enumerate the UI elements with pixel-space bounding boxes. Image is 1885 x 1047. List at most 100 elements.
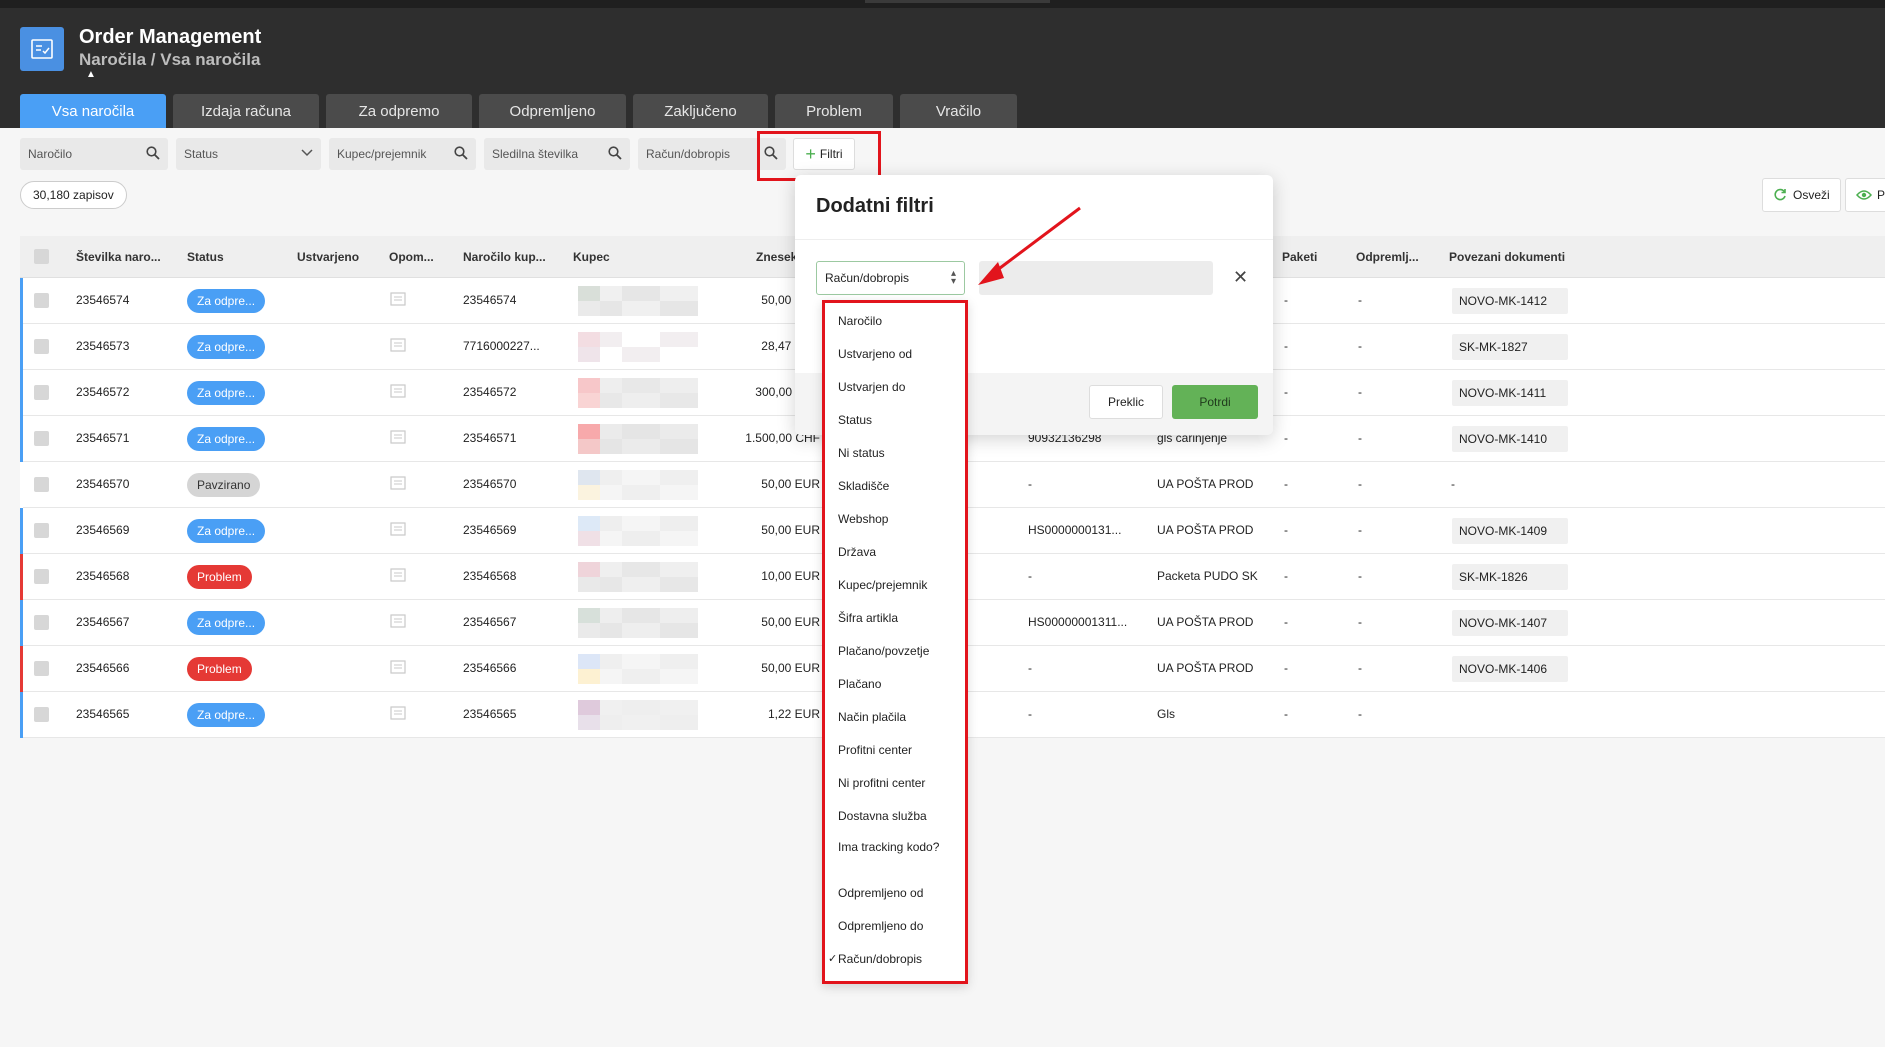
tracking-filter-input[interactable]: Sledilna številka [484, 138, 630, 170]
row-checkbox[interactable] [34, 385, 49, 400]
note-icon[interactable] [390, 614, 406, 628]
note-icon[interactable] [390, 522, 406, 536]
customer-order-ref: 23546574 [463, 293, 517, 307]
col-notes[interactable]: Opom... [389, 250, 434, 264]
tab-izdaja-racuna[interactable]: Izdaja računa [173, 94, 319, 128]
row-status-stripe [20, 554, 23, 600]
row-checkbox[interactable] [34, 569, 49, 584]
filter-option[interactable]: ✓ Račun/dobropis [828, 952, 958, 966]
linked-document[interactable]: NOVO-MK-1406 [1452, 656, 1568, 682]
linked-document[interactable]: NOVO-MK-1412 [1452, 288, 1568, 314]
note-icon[interactable] [390, 292, 406, 306]
select-all-checkbox[interactable] [34, 249, 49, 264]
filter-option[interactable]: Plačano [838, 677, 958, 691]
order-filter-input[interactable]: Naročilo [20, 138, 168, 170]
tracking-number: HS00000001311... [1028, 615, 1128, 629]
note-icon[interactable] [390, 430, 406, 444]
filter-option[interactable]: Ustvarjeno od [838, 347, 958, 361]
view-button[interactable]: Pr [1845, 178, 1885, 212]
search-icon[interactable] [454, 146, 468, 160]
col-customer[interactable]: Kupec [573, 250, 610, 264]
linked-document[interactable]: SK-MK-1826 [1452, 564, 1568, 590]
filter-option[interactable]: Plačano/povzetje [838, 644, 958, 658]
note-icon[interactable] [390, 384, 406, 398]
customer-filter-input[interactable]: Kupec/prejemnik [329, 138, 476, 170]
col-linked-docs[interactable]: Povezani dokumenti [1449, 250, 1565, 264]
row-status-stripe [20, 278, 23, 324]
tab-problem[interactable]: Problem [775, 94, 893, 128]
linked-document[interactable]: NOVO-MK-1410 [1452, 426, 1568, 452]
filter-option[interactable]: Šifra artikla [838, 611, 958, 625]
note-icon[interactable] [390, 706, 406, 720]
cancel-button[interactable]: Preklic [1089, 385, 1163, 419]
filter-option[interactable]: Webshop [838, 512, 958, 526]
filter-option[interactable]: Ni profitni center [838, 776, 958, 790]
col-order-number[interactable]: Številka naro... [76, 250, 161, 264]
linked-document[interactable]: NOVO-MK-1407 [1452, 610, 1568, 636]
dialog-divider [795, 239, 1273, 240]
col-created[interactable]: Ustvarjeno [297, 250, 359, 264]
refresh-button[interactable]: Osveži [1762, 178, 1841, 212]
order-number[interactable]: 23546565 [76, 707, 129, 721]
row-checkbox[interactable] [34, 339, 49, 354]
order-number[interactable]: 23546567 [76, 615, 129, 629]
search-icon[interactable] [146, 146, 160, 160]
linked-document[interactable]: SK-MK-1827 [1452, 334, 1568, 360]
col-shipped[interactable]: Odpremlj... [1356, 250, 1419, 264]
close-icon[interactable]: ✕ [1233, 267, 1248, 288]
filter-option[interactable]: Ustvarjen do [838, 380, 958, 394]
filter-option[interactable]: Status [838, 413, 958, 427]
tab-vsa-narocila[interactable]: Vsa naročila [20, 94, 166, 128]
order-number[interactable]: 23546574 [76, 293, 129, 307]
filter-option[interactable]: Odpremljeno do [838, 919, 958, 933]
order-number[interactable]: 23546569 [76, 523, 129, 537]
confirm-button[interactable]: Potrdi [1172, 385, 1258, 419]
filter-option-label: Odpremljeno od [838, 886, 924, 900]
filter-option-label: Skladišče [838, 479, 890, 493]
filter-option-label: Webshop [838, 512, 889, 526]
note-icon[interactable] [390, 660, 406, 674]
row-checkbox[interactable] [34, 523, 49, 538]
order-number[interactable]: 23546566 [76, 661, 129, 675]
tab-zakljuceno[interactable]: Zaključeno [633, 94, 768, 128]
order-number[interactable]: 23546568 [76, 569, 129, 583]
row-checkbox[interactable] [34, 661, 49, 676]
order-number[interactable]: 23546572 [76, 385, 129, 399]
col-status[interactable]: Status [187, 250, 224, 264]
tab-vracilo[interactable]: Vračilo [900, 94, 1017, 128]
linked-document[interactable]: NOVO-MK-1411 [1452, 380, 1568, 406]
filter-option[interactable]: Ni status [838, 446, 958, 460]
col-customer-order[interactable]: Naročilo kup... [463, 250, 546, 264]
filter-value-input[interactable] [979, 261, 1213, 295]
filter-option[interactable]: Skladišče [838, 479, 958, 493]
filter-option[interactable]: Kupec/prejemnik [838, 578, 958, 592]
note-icon[interactable] [390, 568, 406, 582]
filter-option[interactable]: Profitni center [838, 743, 958, 757]
tab-odpremljeno[interactable]: Odpremljeno [479, 94, 626, 128]
order-number[interactable]: 23546571 [76, 431, 129, 445]
filter-option[interactable]: Dostavna služba [838, 809, 958, 823]
filter-option[interactable]: Ima tracking kodo? [838, 840, 958, 854]
row-checkbox[interactable] [34, 615, 49, 630]
row-checkbox[interactable] [34, 293, 49, 308]
order-number[interactable]: 23546570 [76, 477, 129, 491]
order-number[interactable]: 23546573 [76, 339, 129, 353]
filter-option[interactable]: Način plačila [838, 710, 958, 724]
filter-option[interactable]: Naročilo [838, 314, 958, 328]
col-packages[interactable]: Paketi [1282, 250, 1317, 264]
status-filter-select[interactable]: Status [176, 138, 321, 170]
tab-za-odpremo[interactable]: Za odpremo [326, 94, 472, 128]
col-amount[interactable]: Znesek [756, 250, 797, 264]
linked-document[interactable]: NOVO-MK-1409 [1452, 518, 1568, 544]
row-checkbox[interactable] [34, 477, 49, 492]
row-checkbox[interactable] [34, 707, 49, 722]
filter-option-label: Način plačila [838, 710, 907, 724]
note-icon[interactable] [390, 338, 406, 352]
tracking-filter-placeholder: Sledilna številka [492, 147, 579, 161]
search-icon[interactable] [608, 146, 622, 160]
filter-option[interactable]: Država [838, 545, 958, 559]
filter-option[interactable]: Odpremljeno od [838, 886, 958, 900]
note-icon[interactable] [390, 476, 406, 490]
row-checkbox[interactable] [34, 431, 49, 446]
filter-field-select[interactable]: Račun/dobropis ▴ ▾ [816, 261, 965, 295]
